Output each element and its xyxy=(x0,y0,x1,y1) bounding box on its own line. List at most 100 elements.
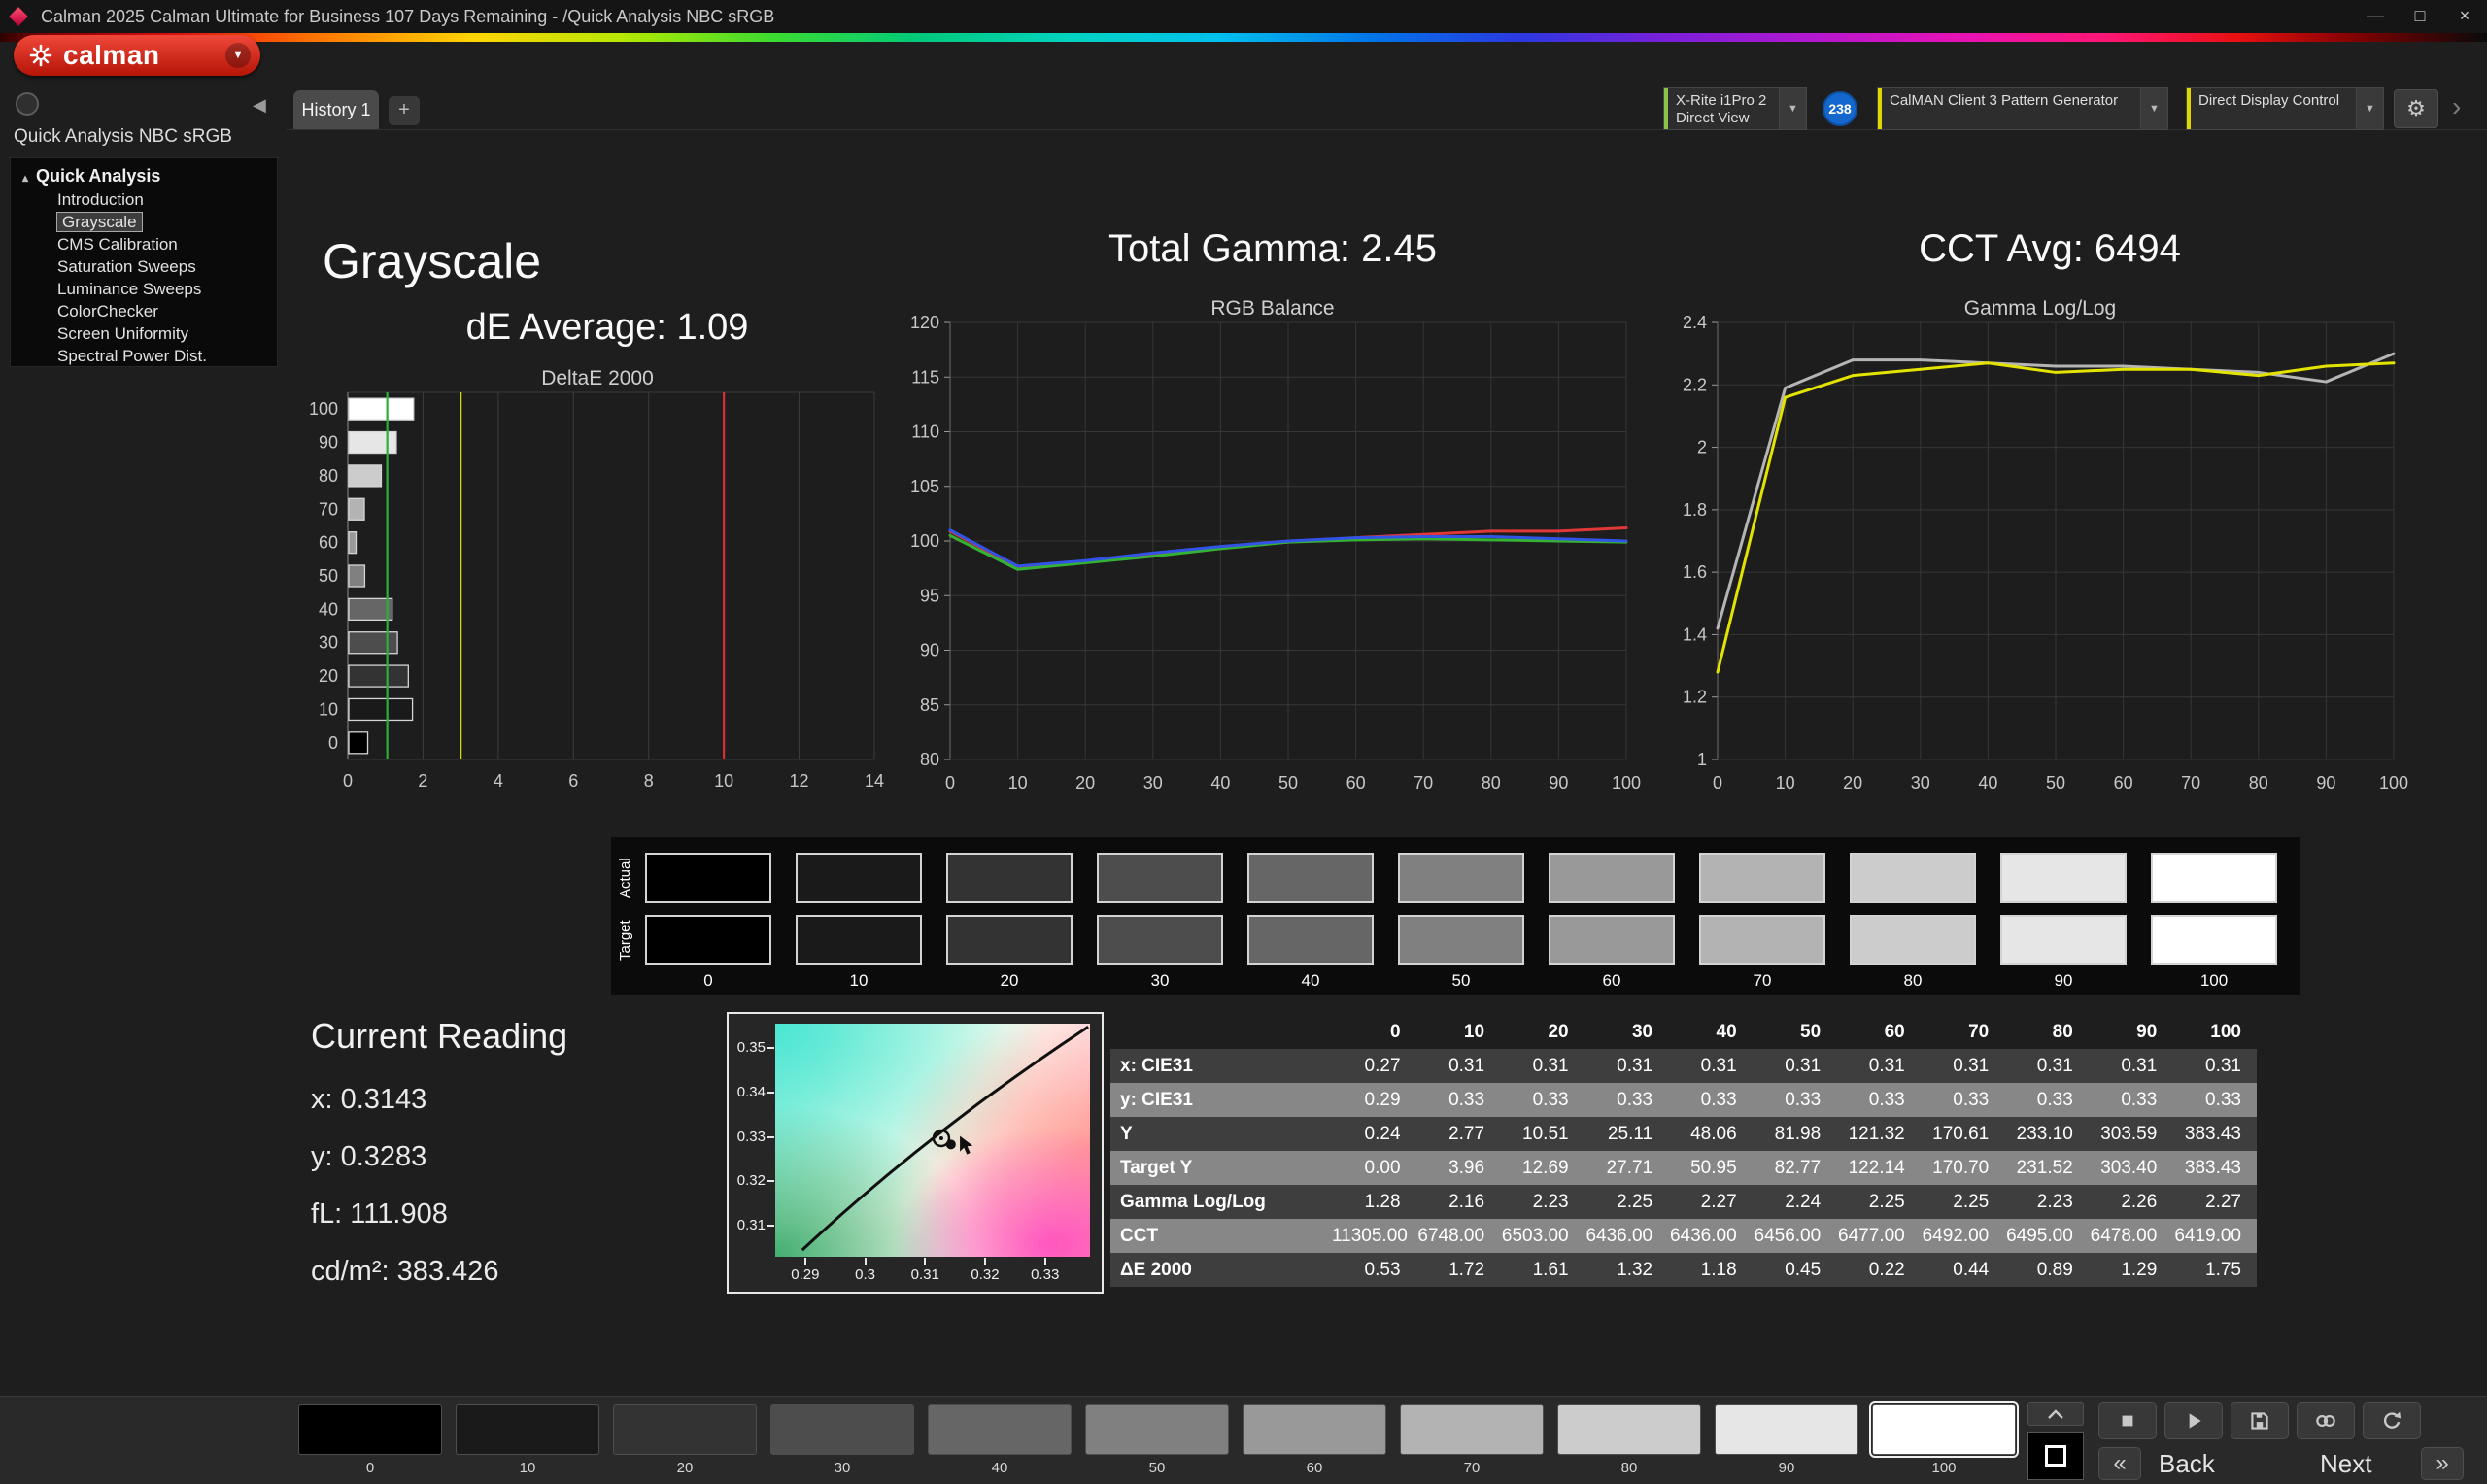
sidebar-item-spectral-power-dist-[interactable]: Spectral Power Dist. xyxy=(11,345,277,367)
back-button[interactable]: Back xyxy=(2159,1447,2215,1480)
actual-patch-10 xyxy=(796,853,922,903)
play-icon xyxy=(2181,1408,2206,1433)
save-button[interactable] xyxy=(2231,1402,2289,1439)
spectrum-bar xyxy=(0,33,2487,42)
table-cell: 170.70 xyxy=(1921,1151,2005,1185)
svg-text:120: 120 xyxy=(910,313,939,332)
cie-overlay xyxy=(775,1024,1090,1257)
table-col-header: 70 xyxy=(1921,1015,2005,1049)
calman-logo-menu[interactable]: calman ▼ xyxy=(14,35,260,76)
swatch-level-label: 70 xyxy=(1699,971,1825,991)
sidebar-item-cms-calibration[interactable]: CMS Calibration xyxy=(11,233,277,255)
sidebar-item-colorchecker[interactable]: ColorChecker xyxy=(11,300,277,322)
display-control-dropdown[interactable]: Direct Display Control ▼ xyxy=(2186,87,2384,130)
pattern-dropdown-arrow-icon[interactable]: ▼ xyxy=(2140,88,2167,129)
pattern-level-button-0[interactable]: 0 xyxy=(298,1404,442,1476)
table-cell: 0.24 xyxy=(1332,1117,1416,1151)
svg-text:90: 90 xyxy=(1549,773,1568,793)
pattern-level-button-10[interactable]: 10 xyxy=(456,1404,599,1476)
table-cell: 6436.00 xyxy=(1584,1219,1669,1253)
pattern-generator-dropdown[interactable]: CalMAN Client 3 Pattern Generator ▼ xyxy=(1877,87,2168,130)
table-cell: 48.06 xyxy=(1668,1117,1753,1151)
tab-history-1[interactable]: History 1 xyxy=(293,90,379,130)
svg-text:30: 30 xyxy=(319,633,338,653)
table-cell: 0.31 xyxy=(1500,1049,1584,1083)
cie-y-tick-label: 0.34 xyxy=(729,1084,766,1100)
svg-text:60: 60 xyxy=(2114,773,2133,793)
calman-logo-text: calman xyxy=(63,40,160,71)
tree-expander-icon[interactable]: ▴ xyxy=(22,171,28,185)
target-swatch-row xyxy=(645,915,2277,965)
sidebar-item-screen-uniformity[interactable]: Screen Uniformity xyxy=(11,322,277,345)
svg-text:105: 105 xyxy=(910,477,939,496)
pattern-level-button-70[interactable]: 70 xyxy=(1400,1404,1544,1476)
meter-dropdown-arrow-icon[interactable]: ▼ xyxy=(1779,88,1806,129)
grayscale-heading: Grayscale xyxy=(323,233,541,289)
svg-text:50: 50 xyxy=(2046,773,2065,793)
sidebar-item-grayscale[interactable]: Grayscale xyxy=(11,211,277,233)
pattern-level-button-30[interactable]: 30 xyxy=(770,1404,914,1476)
target-patch-80 xyxy=(1850,915,1976,965)
cie-x-tick-label: 0.29 xyxy=(782,1266,829,1283)
logo-menu-arrow-icon[interactable]: ▼ xyxy=(225,43,251,68)
sidebar-item-introduction[interactable]: Introduction xyxy=(11,188,277,211)
target-patch-50 xyxy=(1398,915,1524,965)
settings-gear-button[interactable]: ⚙ xyxy=(2394,89,2438,128)
pattern-level-button-20[interactable]: 20 xyxy=(613,1404,757,1476)
table-cell: 6495.00 xyxy=(2004,1219,2089,1253)
info-circle-icon[interactable] xyxy=(16,92,39,116)
stop-button[interactable] xyxy=(2098,1402,2157,1439)
svg-text:30: 30 xyxy=(1143,773,1163,793)
back-skip-button[interactable]: « xyxy=(2098,1447,2141,1480)
sidebar-item-luminance-sweeps[interactable]: Luminance Sweeps xyxy=(11,278,277,300)
pattern-level-swatch xyxy=(1085,1404,1229,1455)
cct-avg-heading: CCT Avg: 6494 xyxy=(1749,227,2351,271)
actual-patch-20 xyxy=(946,853,1073,903)
pattern-level-button-90[interactable]: 90 xyxy=(1715,1404,1858,1476)
svg-text:20: 20 xyxy=(319,666,338,686)
tree-root-item[interactable]: ▴ Quick Analysis xyxy=(11,164,277,188)
minimize-button[interactable]: — xyxy=(2353,0,2398,33)
table-row: Target Y0.003.9612.6927.7150.9582.77122.… xyxy=(1110,1151,2257,1185)
pattern-window-button[interactable] xyxy=(2027,1432,2084,1480)
sidebar-item-saturation-sweeps[interactable]: Saturation Sweeps xyxy=(11,255,277,278)
pattern-level-swatch xyxy=(1400,1404,1544,1455)
maximize-button[interactable]: □ xyxy=(2398,0,2442,33)
svg-text:110: 110 xyxy=(911,422,939,442)
pattern-level-button-80[interactable]: 80 xyxy=(1557,1404,1701,1476)
svg-text:10: 10 xyxy=(714,771,733,791)
pattern-generator-label: CalMAN Client 3 Pattern Generator xyxy=(1878,88,2167,114)
pattern-level-buttons: 0 102030405060708090100 xyxy=(298,1404,2016,1476)
table-cell: 0.00 xyxy=(1332,1151,1416,1185)
next-skip-button[interactable]: » xyxy=(2421,1447,2464,1480)
pattern-level-button-40[interactable]: 40 xyxy=(928,1404,1072,1476)
pattern-level-button-60[interactable]: 60 xyxy=(1243,1404,1386,1476)
next-button[interactable]: Next xyxy=(2320,1447,2371,1480)
sidebar-collapse-button[interactable]: ◀ xyxy=(253,95,266,116)
table-cell: 0.31 xyxy=(1668,1049,1753,1083)
meter-dropdown[interactable]: X-Rite i1Pro 2 Direct View ▼ xyxy=(1663,87,1807,130)
reading-value: cd/m²: 383.426 xyxy=(311,1256,719,1288)
table-cell: 170.61 xyxy=(1921,1117,2005,1151)
toolbar-expand-button[interactable] xyxy=(2027,1402,2084,1426)
table-cell: 0.33 xyxy=(1500,1083,1584,1117)
actual-patch-40 xyxy=(1247,853,1374,903)
table-row-label: CCT xyxy=(1110,1219,1332,1253)
refresh-button[interactable] xyxy=(2363,1402,2421,1439)
swatch-level-label: 10 xyxy=(796,971,922,991)
link-button[interactable] xyxy=(2297,1402,2355,1439)
table-cell: 0.31 xyxy=(2004,1049,2089,1083)
workflow-title: Quick Analysis NBC sRGB xyxy=(14,126,232,148)
pattern-level-button-100[interactable]: 100 xyxy=(1872,1404,2016,1476)
tree-root-label: Quick Analysis xyxy=(36,166,160,186)
panel-chevron-icon[interactable]: › xyxy=(2452,91,2461,122)
svg-text:70: 70 xyxy=(1414,773,1433,793)
display-dropdown-arrow-icon[interactable]: ▼ xyxy=(2356,88,2383,129)
pattern-level-button-50[interactable]: 50 xyxy=(1085,1404,1229,1476)
play-button[interactable] xyxy=(2164,1402,2223,1439)
add-tab-button[interactable]: + xyxy=(389,96,420,125)
pattern-level-label: 0 xyxy=(298,1460,442,1476)
table-cell: 25.11 xyxy=(1584,1117,1669,1151)
pattern-level-swatch xyxy=(613,1404,757,1455)
close-button[interactable]: × xyxy=(2442,0,2487,33)
